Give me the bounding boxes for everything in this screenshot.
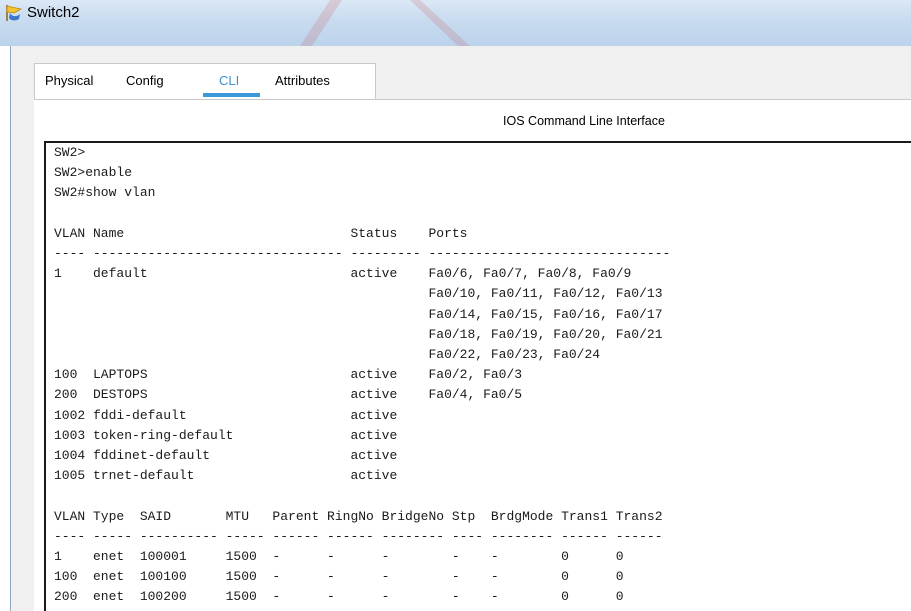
title-bar[interactable]: Switch2 [0,0,911,46]
cli-heading: IOS Command Line Interface [503,114,665,128]
cli-line: 200 DESTOPS active Fa0/4, Fa0/5 [54,387,523,403]
cli-line: Fa0/14, Fa0/15, Fa0/16, Fa0/17 [54,306,663,322]
cli-line: Fa0/22, Fa0/23, Fa0/24 [54,347,601,363]
device-window-body: Physical Config CLI Attributes IOS Comma… [10,46,911,611]
cli-line: 100 enet 100100 1500 - - - - - 0 0 [54,569,624,585]
cli-line: 100 LAPTOPS active Fa0/2, Fa0/3 [54,367,523,383]
cli-output[interactable]: SW2> SW2>enable SW2#show vlan VLAN Name … [54,143,670,608]
titlebar-decoration-2 [410,0,470,46]
cli-line: VLAN Type SAID MTU Parent RingNo BridgeN… [54,508,663,524]
tab-attributes[interactable]: Attributes [275,73,330,88]
window-title: Switch2 [27,4,80,21]
cli-line: Fa0/10, Fa0/11, Fa0/12, Fa0/13 [54,286,663,302]
cli-line: 200 enet 100200 1500 - - - - - 0 0 [54,589,624,605]
tab-physical[interactable]: Physical [45,73,93,88]
cli-line: 1004 fddinet-default active [54,448,398,464]
cli-terminal[interactable]: SW2> SW2>enable SW2#show vlan VLAN Name … [44,141,911,611]
cli-line: 1 enet 100001 1500 - - - - - 0 0 [54,549,624,565]
cli-line: ---- ----- ---------- ----- ------ -----… [54,528,663,544]
cli-line: SW2#show vlan [54,185,156,201]
tab-bar: Physical Config CLI Attributes [34,63,376,100]
cli-line: SW2> [54,145,86,160]
cli-line: Fa0/18, Fa0/19, Fa0/20, Fa0/21 [54,326,663,342]
active-tab-indicator [203,93,260,97]
titlebar-decoration [300,0,342,46]
app-window: Switch2 Physical Config CLI Attributes I… [0,0,911,611]
cli-line: SW2>enable [54,165,133,181]
cli-line: ---- -------------------------------- --… [54,246,671,262]
tab-config[interactable]: Config [126,73,164,88]
cli-line: 1 default active Fa0/6, Fa0/7, Fa0/8, Fa… [54,266,632,282]
cli-line: 1002 fddi-default active [54,407,398,423]
cli-line: 1003 token-ring-default active [54,427,398,443]
cisco-switch-icon [6,5,23,21]
cli-line: 1005 trnet-default active [54,468,398,484]
cli-panel: IOS Command Line Interface SW2> SW2>enab… [34,99,911,611]
tab-cli[interactable]: CLI [219,73,239,88]
cli-line: VLAN Name Status Ports [54,225,468,241]
